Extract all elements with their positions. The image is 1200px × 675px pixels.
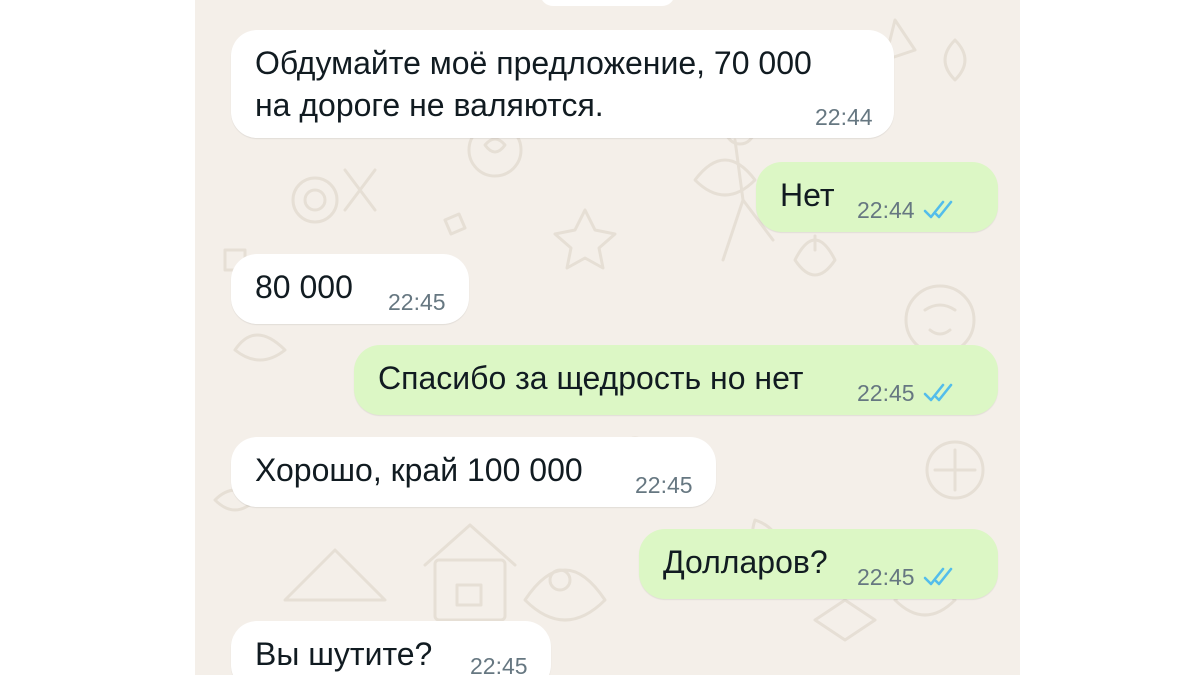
message-text: Вы шутите? bbox=[255, 636, 433, 672]
message-bubble-incoming[interactable]: Обдумайте моё предложение, 70 000 на дор… bbox=[231, 30, 894, 138]
message-text: 80 000 bbox=[255, 269, 353, 305]
message-meta: 22:45 bbox=[857, 564, 957, 590]
chat-panel[interactable]: Обдумайте моё предложение, 70 000 на дор… bbox=[195, 0, 1020, 675]
message-meta: 22:45 bbox=[388, 289, 446, 315]
message-timestamp: 22:45 bbox=[635, 472, 693, 498]
message-text: на дороге не валяются. bbox=[255, 87, 604, 123]
double-check-icon bbox=[923, 200, 952, 219]
message-text: Долларов? bbox=[663, 544, 828, 580]
previous-message-edge bbox=[540, 0, 675, 6]
double-check-icon bbox=[923, 567, 952, 586]
message-bubble-outgoing[interactable]: Нет 22:44 bbox=[756, 162, 998, 232]
message-bubble-outgoing[interactable]: Долларов? 22:45 bbox=[639, 529, 998, 599]
message-meta: 22:45 bbox=[635, 472, 693, 498]
message-bubble-incoming[interactable]: 80 000 22:45 bbox=[231, 254, 469, 324]
message-timestamp: 22:45 bbox=[857, 564, 915, 590]
message-timestamp: 22:44 bbox=[815, 104, 873, 130]
message-bubble-incoming[interactable]: Хорошо, край 100 000 22:45 bbox=[231, 437, 716, 507]
message-timestamp: 22:44 bbox=[857, 197, 915, 223]
message-text: Хорошо, край 100 000 bbox=[255, 452, 583, 488]
message-bubble-outgoing[interactable]: Спасибо за щедрость но нет 22:45 bbox=[354, 345, 998, 415]
message-timestamp: 22:45 bbox=[857, 380, 915, 406]
message-meta: 22:45 bbox=[857, 380, 957, 406]
message-meta: 22:44 bbox=[857, 197, 957, 223]
message-meta: 22:45 bbox=[470, 653, 528, 675]
message-timestamp: 22:45 bbox=[388, 289, 446, 315]
message-text: Спасибо за щедрость но нет bbox=[378, 360, 804, 396]
message-timestamp: 22:45 bbox=[470, 653, 528, 675]
message-bubble-incoming[interactable]: Вы шутите? 22:45 bbox=[231, 621, 551, 675]
message-text: Обдумайте моё предложение, 70 000 bbox=[255, 45, 812, 81]
message-meta: 22:44 bbox=[815, 104, 873, 130]
message-text: Нет bbox=[780, 177, 835, 213]
double-check-icon bbox=[923, 383, 952, 402]
